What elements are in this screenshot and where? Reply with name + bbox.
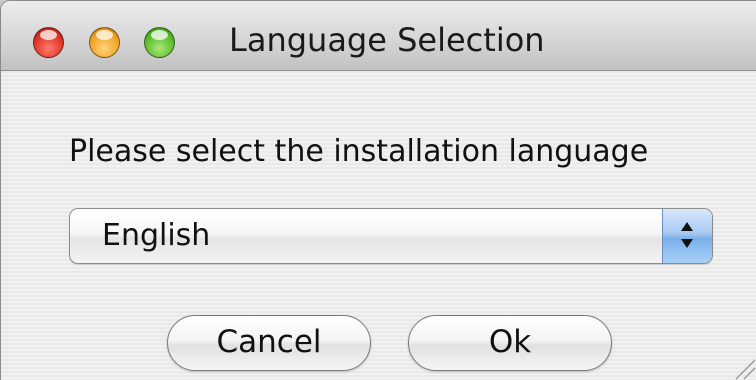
resize-grip-icon[interactable] (728, 352, 756, 380)
close-icon[interactable] (33, 27, 64, 58)
language-select[interactable]: English (69, 208, 713, 264)
arrow-down-icon (681, 239, 693, 248)
updown-arrows-icon[interactable] (662, 209, 712, 263)
language-selection-window: Language Selection Please select the ins… (0, 0, 756, 380)
zoom-icon[interactable] (144, 27, 175, 58)
minimize-icon[interactable] (89, 27, 120, 58)
installation-language-prompt: Please select the installation language (69, 134, 649, 169)
arrow-up-icon (681, 222, 693, 231)
window-title: Language Selection (229, 21, 545, 59)
ok-button[interactable]: Ok (408, 315, 612, 371)
cancel-button[interactable]: Cancel (167, 315, 371, 371)
title-bar[interactable]: Language Selection (1, 1, 756, 71)
selected-language: English (102, 218, 211, 253)
